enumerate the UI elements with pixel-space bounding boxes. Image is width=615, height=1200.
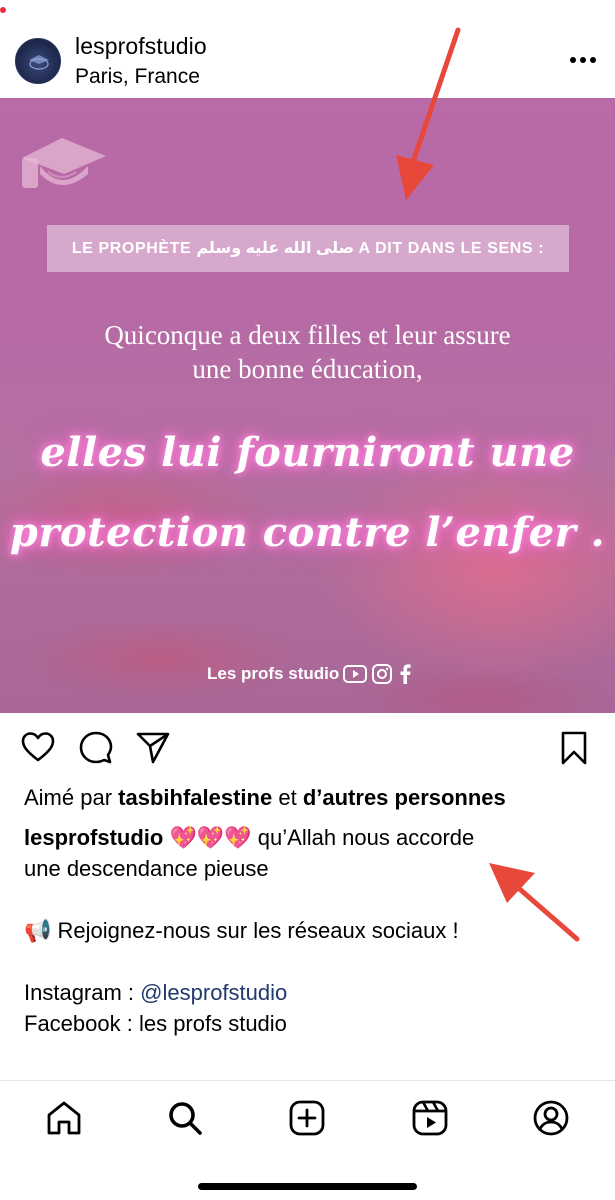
- more-options-icon[interactable]: [568, 50, 598, 70]
- instagram-icon: [372, 664, 393, 684]
- brand-text: Les profs studio: [207, 664, 340, 683]
- likes-summary: Aimé par tasbihfalestine et d’autres per…: [24, 785, 506, 811]
- likes-prefix: Aimé par: [24, 785, 113, 810]
- facebook-icon: [400, 664, 411, 684]
- quote-line-1: Quiconque a deux filles et leur assure: [104, 320, 511, 350]
- instagram-label: Instagram :: [24, 980, 135, 1005]
- instagram-mention-link[interactable]: @lesprofstudio: [140, 980, 287, 1005]
- likes-others-link[interactable]: d’autres personnes: [303, 785, 506, 810]
- script-text: elles lui fourniront une protection cont…: [0, 413, 615, 573]
- script-line-2: protection contre l’enfer .: [9, 509, 606, 556]
- profile-icon[interactable]: [531, 1098, 571, 1138]
- comment-icon[interactable]: [79, 731, 113, 765]
- heart-icon[interactable]: [21, 731, 55, 763]
- brand-watermark: Les profs studio: [207, 663, 413, 685]
- caption-text-line-1: qu’Allah nous accorde: [257, 825, 475, 850]
- post-location[interactable]: Paris, France: [75, 65, 200, 89]
- post-username[interactable]: lesprofstudio: [75, 33, 207, 60]
- megaphone-emoji: 📢: [24, 919, 52, 944]
- script-line-1: elles lui fourniront une: [40, 429, 575, 476]
- reels-icon[interactable]: [410, 1098, 450, 1138]
- graduation-cap-icon: [22, 138, 106, 188]
- caption-social-line: Rejoignez-nous sur les réseaux sociaux !: [57, 918, 459, 943]
- liked-by-user[interactable]: tasbihfalestine: [118, 785, 272, 810]
- sparkling-heart-emoji: 💖💖💖: [169, 826, 252, 851]
- post-header: lesprofstudio Paris, France: [0, 0, 615, 98]
- quote-text: Quiconque a deux filles et leur assure u…: [0, 318, 615, 386]
- search-icon[interactable]: [165, 1098, 205, 1138]
- home-icon[interactable]: [44, 1098, 84, 1138]
- create-icon[interactable]: [287, 1098, 327, 1138]
- caption-username[interactable]: lesprofstudio: [24, 825, 163, 850]
- post-image[interactable]: LE PROPHÈTE صلى الله عليه وسلم A DIT DAN…: [0, 98, 615, 713]
- hadith-banner: LE PROPHÈTE صلى الله عليه وسلم A DIT DAN…: [47, 225, 569, 272]
- post-actions: [0, 713, 615, 783]
- send-icon[interactable]: [136, 731, 170, 765]
- bookmark-icon[interactable]: [560, 731, 588, 765]
- caption-text-line-2: une descendance pieuse: [24, 856, 269, 881]
- avatar-logo-icon: [29, 55, 49, 70]
- youtube-icon: [343, 665, 368, 683]
- likes-conj: et: [278, 785, 297, 810]
- facebook-line: Facebook : les profs studio: [24, 1011, 287, 1036]
- avatar[interactable]: [15, 38, 61, 84]
- post-caption: lesprofstudio 💖💖💖 qu’Allah nous accorde …: [24, 822, 594, 1039]
- home-indicator[interactable]: [198, 1183, 417, 1190]
- bottom-tab-bar: [0, 1080, 615, 1200]
- quote-line-2: une bonne éducation,: [192, 354, 423, 384]
